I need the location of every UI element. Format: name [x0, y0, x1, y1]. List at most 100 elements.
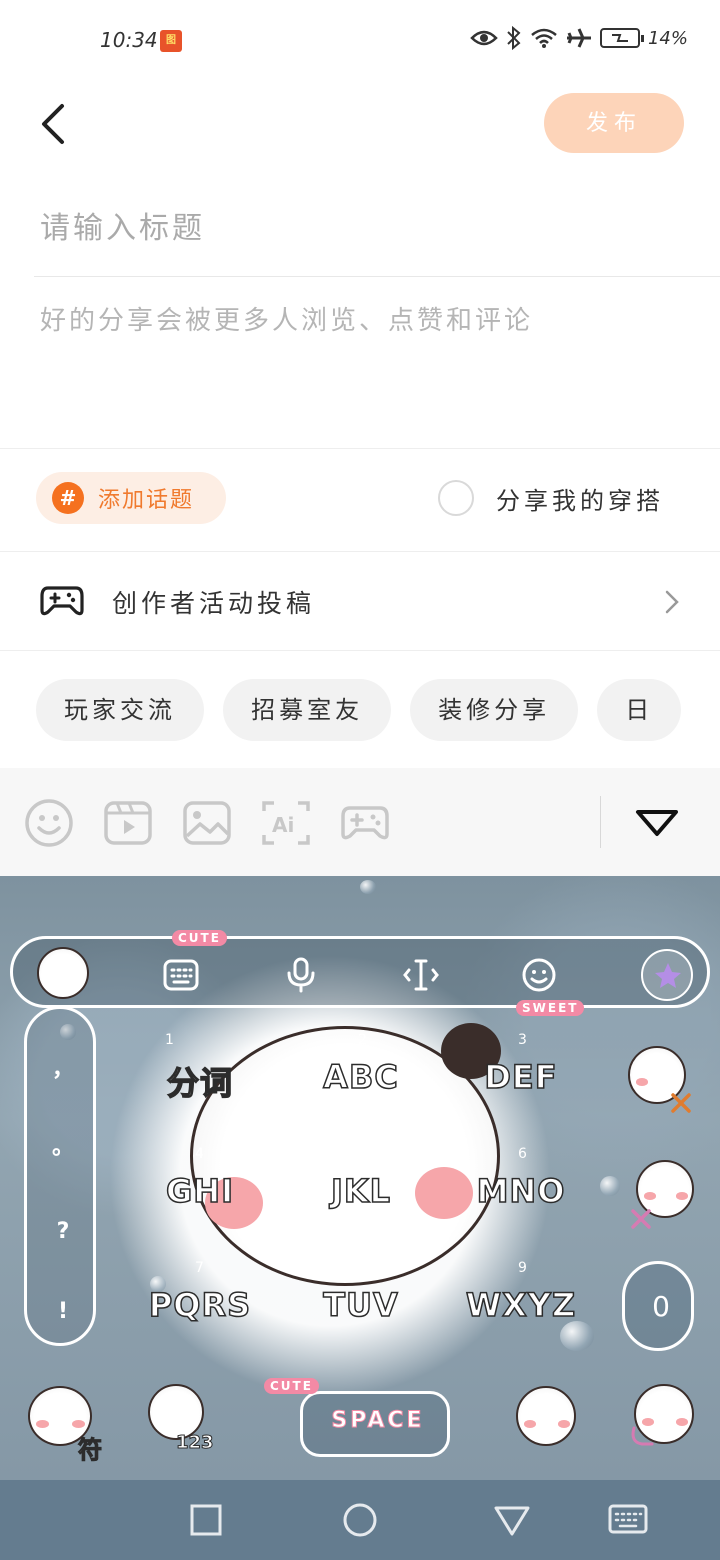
- gamepad-icon[interactable]: [340, 798, 390, 848]
- symbol-key-label: 符: [78, 1436, 103, 1465]
- cute-tag: CUTE: [172, 930, 227, 946]
- space-key[interactable]: SPACE: [300, 1391, 450, 1457]
- key-6[interactable]: 6 MNO: [446, 1146, 596, 1246]
- magic-skin-button[interactable]: [641, 949, 693, 1001]
- keyboard-toggle-icon[interactable]: [608, 1500, 648, 1540]
- cute-tag: CUTE: [264, 1378, 319, 1394]
- panda-sticker: [37, 947, 89, 999]
- key-9[interactable]: 9 WXYZ: [446, 1260, 596, 1360]
- topic-chips: 玩家交流 招募室友 装修分享 日: [36, 679, 684, 741]
- notification-app-icon: 图: [160, 30, 182, 52]
- key-8[interactable]: 8 TUV: [286, 1260, 436, 1360]
- keyboard-icon[interactable]: [163, 957, 199, 993]
- enter-icon: [631, 1426, 654, 1446]
- eye-icon: [470, 30, 498, 46]
- raindrop: [360, 880, 376, 894]
- clear-x-icon: [631, 1209, 651, 1229]
- key-number: 3: [518, 1032, 527, 1048]
- toolbar-divider: [600, 796, 601, 848]
- panda-blush: [558, 1420, 571, 1428]
- airplane-icon: [566, 28, 591, 48]
- chip-daily[interactable]: 日: [597, 679, 682, 741]
- keyboard-function-bar: [10, 936, 710, 1008]
- status-time: 10:34: [100, 28, 158, 52]
- key-0[interactable]: 0: [622, 1261, 694, 1351]
- key-label: JKL: [330, 1171, 392, 1211]
- recent-apps-square-icon[interactable]: [186, 1500, 226, 1540]
- battery-charging-icon: [599, 28, 644, 48]
- microphone-icon[interactable]: [283, 957, 319, 993]
- star-icon: [655, 963, 681, 988]
- punct-exclaim-key[interactable]: !: [27, 1299, 99, 1324]
- key-label: 分词: [166, 1063, 233, 1103]
- cursor-icon[interactable]: [403, 957, 439, 993]
- creator-activity-row[interactable]: 创作者活动投稿: [0, 552, 720, 650]
- svg-text:Ai: Ai: [272, 813, 294, 837]
- image-icon[interactable]: [182, 798, 232, 848]
- key-label: GHI: [165, 1171, 234, 1211]
- collapse-triangle-icon[interactable]: [632, 798, 682, 848]
- key-number: 7: [195, 1260, 204, 1276]
- creator-activity-label: 创作者活动投稿: [112, 589, 316, 618]
- punct-comma-key[interactable]: ，: [27, 1051, 99, 1083]
- key-1[interactable]: 1 分词: [125, 1032, 275, 1132]
- emoji-icon[interactable]: [24, 798, 74, 848]
- hashtag-icon: #: [52, 482, 84, 514]
- key-3[interactable]: 3 DEF: [446, 1032, 596, 1132]
- video-icon[interactable]: [103, 798, 153, 848]
- panda-blush: [676, 1418, 689, 1426]
- comma-key[interactable]: [516, 1386, 576, 1446]
- key-number: 6: [518, 1146, 527, 1162]
- chip-players[interactable]: 玩家交流: [36, 679, 204, 741]
- system-nav-bar: [0, 1480, 720, 1560]
- share-outfit-option[interactable]: 分享我的穿搭: [438, 480, 664, 516]
- divider: [0, 448, 720, 449]
- delete-x-icon: [671, 1093, 691, 1113]
- key-2[interactable]: 2 ABC: [286, 1032, 436, 1132]
- emoji-icon[interactable]: [521, 957, 557, 993]
- publish-button[interactable]: 发布: [544, 93, 684, 153]
- panda-blush: [676, 1192, 688, 1200]
- number-key-label: 123: [176, 1432, 215, 1454]
- add-topic-button[interactable]: # 添加话题: [36, 472, 226, 524]
- chevron-right-icon: [665, 590, 679, 614]
- share-outfit-radio[interactable]: [438, 480, 474, 516]
- chip-roommates[interactable]: 招募室友: [223, 679, 392, 741]
- back-arrow-icon[interactable]: [34, 100, 74, 148]
- key-label: MNO: [476, 1171, 566, 1211]
- panda-blush: [636, 1078, 648, 1086]
- chip-decoration[interactable]: 装修分享: [410, 679, 579, 741]
- key-5[interactable]: 5 JKL: [286, 1146, 436, 1246]
- ai-text-icon[interactable]: Ai: [261, 798, 311, 848]
- status-bar: 10:34 图 14%: [0, 0, 720, 84]
- gamepad-icon: [40, 586, 84, 616]
- key-label: ABC: [322, 1057, 399, 1097]
- title-input[interactable]: [40, 198, 680, 258]
- divider: [0, 650, 720, 651]
- key-number: 4: [195, 1146, 204, 1162]
- key-number: 2: [358, 1032, 367, 1048]
- raindrop: [600, 1176, 620, 1196]
- status-icons: 14%: [470, 26, 688, 50]
- punctuation-column: ， 。 ? !: [24, 1006, 96, 1346]
- key-7[interactable]: 7 PQRS: [125, 1260, 275, 1360]
- key-number: 5: [358, 1146, 367, 1162]
- battery-percent: 14%: [647, 27, 688, 49]
- back-triangle-icon[interactable]: [492, 1500, 532, 1540]
- punct-period-key[interactable]: 。: [27, 1129, 99, 1161]
- home-circle-icon[interactable]: [340, 1500, 380, 1540]
- body-textarea[interactable]: [40, 300, 700, 420]
- panda-blush: [36, 1420, 50, 1428]
- panda-blush: [644, 1192, 656, 1200]
- key-4[interactable]: 4 GHI: [125, 1146, 275, 1246]
- key-label: 0: [652, 1290, 670, 1323]
- ime-keyboard: CUTE SWEET ， 。 ? ! 1 分词 2 ABC 3 DEF 4 GHI 5 J…: [0, 876, 720, 1480]
- add-topic-label: 添加话题: [98, 488, 195, 513]
- key-label: WXYZ: [465, 1285, 577, 1325]
- key-number: 8: [358, 1260, 367, 1276]
- wifi-icon: [531, 28, 557, 48]
- bluetooth-icon: [507, 26, 521, 50]
- panda-blush: [72, 1420, 86, 1428]
- share-outfit-label: 分享我的穿搭: [496, 486, 664, 515]
- punct-question-key[interactable]: ?: [27, 1219, 99, 1244]
